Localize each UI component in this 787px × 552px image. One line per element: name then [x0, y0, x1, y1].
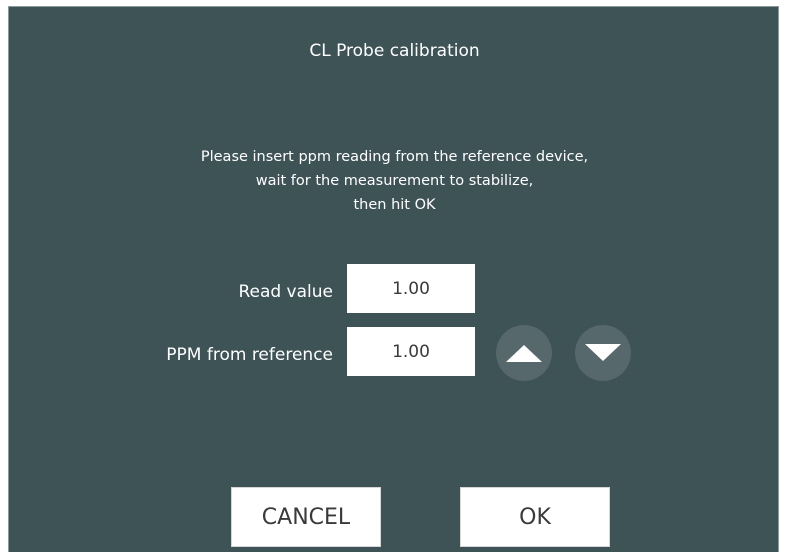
calibration-dialog: CL Probe calibration Please insert ppm r…: [8, 6, 779, 552]
instruction-line-2: wait for the measurement to stabilize,: [255, 173, 534, 189]
dialog-title: CL Probe calibration: [309, 41, 480, 61]
instruction-line-1: Please insert ppm reading from the refer…: [200, 149, 589, 165]
ok-button[interactable]: OK: [460, 487, 610, 547]
read-value-display: 1.00: [347, 264, 475, 313]
triangle-up-icon: [506, 345, 542, 362]
cancel-button[interactable]: CANCEL: [231, 487, 381, 547]
increment-button[interactable]: [496, 325, 552, 381]
instruction-line-3: then hit OK: [353, 197, 436, 213]
read-value-label: Read value: [238, 282, 333, 302]
decrement-button[interactable]: [575, 325, 631, 381]
triangle-down-icon: [585, 344, 621, 361]
ppm-reference-label: PPM from reference: [166, 345, 333, 365]
ppm-reference-input[interactable]: 1.00: [347, 327, 475, 376]
